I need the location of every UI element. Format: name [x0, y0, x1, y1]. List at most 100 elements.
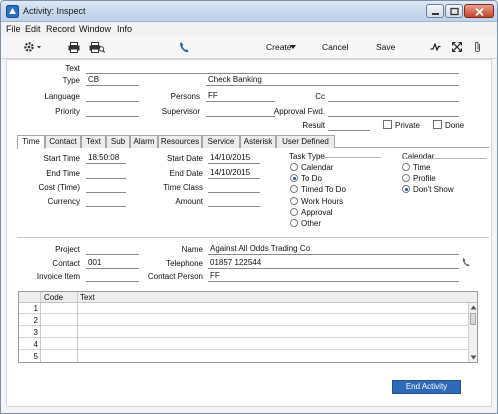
start-date-label: Start Date — [166, 154, 203, 163]
task-type-timed-todo-label: Timed To Do — [301, 185, 346, 194]
dial-phone-icon[interactable] — [462, 257, 470, 267]
persons-field[interactable]: FF — [206, 91, 275, 102]
cc-field[interactable] — [328, 91, 459, 102]
task-type-other-radio[interactable] — [290, 219, 298, 227]
calendar-dont-show-label: Don't Show — [413, 185, 454, 194]
menu-record[interactable]: Record — [46, 24, 75, 34]
end-time-field[interactable] — [86, 168, 126, 179]
close-button[interactable] — [464, 4, 494, 18]
menu-window[interactable]: Window — [79, 24, 111, 34]
amount-label: Amount — [175, 197, 203, 206]
table-row[interactable]: 5 — [19, 351, 468, 362]
private-label: Private — [395, 121, 420, 130]
calendar-profile-label: Profile — [413, 174, 436, 183]
contact-field[interactable]: 001 — [86, 258, 139, 269]
tab-service[interactable]: Service — [202, 135, 240, 148]
scroll-down-icon[interactable] — [470, 355, 477, 360]
supervisor-label: Supervisor — [161, 107, 200, 116]
type-field[interactable]: CB — [86, 75, 139, 86]
calendar-divider — [402, 158, 487, 159]
amount-field[interactable] — [208, 196, 260, 207]
tab-sub[interactable]: Sub — [106, 135, 130, 148]
attachment-icon[interactable] — [473, 41, 482, 53]
name-field[interactable]: Against All Odds Trading Co — [208, 244, 459, 255]
calendar-profile-radio[interactable] — [402, 174, 410, 182]
end-date-field[interactable]: 14/10/2015 — [208, 168, 260, 179]
window-title: Activity: Inspect — [23, 6, 86, 16]
activity-form: Text Type CB Check Banking Language Pers… — [6, 59, 492, 407]
cancel-button[interactable]: Cancel — [322, 42, 348, 52]
tab-time[interactable]: Time — [17, 135, 45, 149]
project-field[interactable] — [86, 244, 139, 255]
priority-field[interactable] — [86, 106, 139, 117]
activity-graph-icon[interactable] — [430, 43, 441, 51]
currency-field[interactable] — [86, 196, 126, 207]
start-date-field[interactable]: 14/10/2015 — [208, 153, 260, 164]
scroll-thumb[interactable] — [470, 313, 476, 325]
table-row[interactable]: 1 — [19, 303, 468, 314]
maximize-button[interactable] — [445, 4, 463, 18]
minimize-button[interactable] — [426, 4, 444, 18]
save-button[interactable]: Save — [376, 42, 395, 52]
tab-bar: Time Contact Text Sub Alarm Resources Se… — [17, 135, 489, 149]
create-button[interactable]: Create — [266, 42, 292, 52]
text-field[interactable] — [86, 63, 459, 74]
supervisor-field[interactable] — [206, 106, 275, 117]
task-type-calendar-label: Calendar — [301, 163, 334, 172]
result-field[interactable] — [328, 120, 370, 131]
contact-person-field[interactable]: FF — [208, 271, 459, 282]
print-preview-icon[interactable] — [89, 42, 105, 53]
calendar-dont-show-radio[interactable] — [402, 185, 410, 193]
table-row[interactable]: 4 — [19, 339, 468, 350]
table-row[interactable]: 3 — [19, 327, 468, 338]
print-icon[interactable] — [68, 42, 80, 53]
grid-scrollbar[interactable] — [468, 303, 477, 362]
telephone-field[interactable]: 01857 122544 — [208, 258, 459, 269]
menu-edit[interactable]: Edit — [25, 24, 41, 34]
task-type-todo-label: To Do — [301, 174, 322, 183]
menu-file[interactable]: File — [6, 24, 21, 34]
row-number: 1 — [33, 304, 38, 313]
minimize-icon — [432, 13, 439, 15]
task-type-calendar-radio[interactable] — [290, 163, 298, 171]
persons-label: Persons — [170, 92, 200, 101]
approval-fwd-label: Approval Fwd. — [273, 107, 325, 116]
start-time-field[interactable]: 18:50:08 — [86, 153, 126, 164]
tab-asterisk[interactable]: Asterisk — [240, 135, 276, 148]
maximize-icon — [450, 7, 459, 16]
name-label: Name — [181, 245, 203, 254]
menu-info[interactable]: Info — [117, 24, 132, 34]
task-type-todo-radio[interactable] — [290, 174, 298, 182]
result-label: Result — [302, 121, 325, 130]
scroll-up-icon[interactable] — [470, 305, 477, 310]
end-time-label: End Time — [46, 169, 80, 178]
phone-icon[interactable] — [179, 41, 189, 53]
tab-user-defined[interactable]: User Defined — [276, 135, 335, 148]
task-type-timed-todo-radio[interactable] — [290, 185, 298, 193]
close-icon — [475, 7, 484, 17]
tab-text[interactable]: Text — [81, 135, 106, 148]
tab-contact[interactable]: Contact — [45, 135, 81, 148]
private-checkbox[interactable] — [383, 120, 392, 129]
done-checkbox[interactable] — [433, 120, 442, 129]
tab-alarm[interactable]: Alarm — [130, 135, 158, 148]
contact-label: Contact — [52, 259, 80, 268]
time-class-field[interactable] — [208, 182, 260, 193]
end-activity-button[interactable]: End Activity — [392, 380, 461, 394]
app-logo-icon — [6, 5, 19, 18]
row-number: 3 — [33, 328, 38, 337]
time-class-label: Time Class — [163, 183, 203, 192]
cost-time-field[interactable] — [86, 182, 126, 193]
gear-menu-icon[interactable] — [23, 41, 43, 53]
calendar-time-radio[interactable] — [402, 163, 410, 171]
invoice-item-field[interactable] — [86, 271, 139, 282]
task-type-label: Task Type — [289, 152, 325, 161]
task-type-approval-radio[interactable] — [290, 208, 298, 216]
approval-fwd-field[interactable] — [328, 106, 459, 117]
task-type-work-hours-radio[interactable] — [290, 197, 298, 205]
expand-icon[interactable] — [452, 42, 462, 52]
language-field[interactable] — [86, 91, 139, 102]
table-row[interactable]: 2 — [19, 315, 468, 326]
tab-resources[interactable]: Resources — [158, 135, 202, 148]
text-label: Text — [65, 64, 80, 73]
